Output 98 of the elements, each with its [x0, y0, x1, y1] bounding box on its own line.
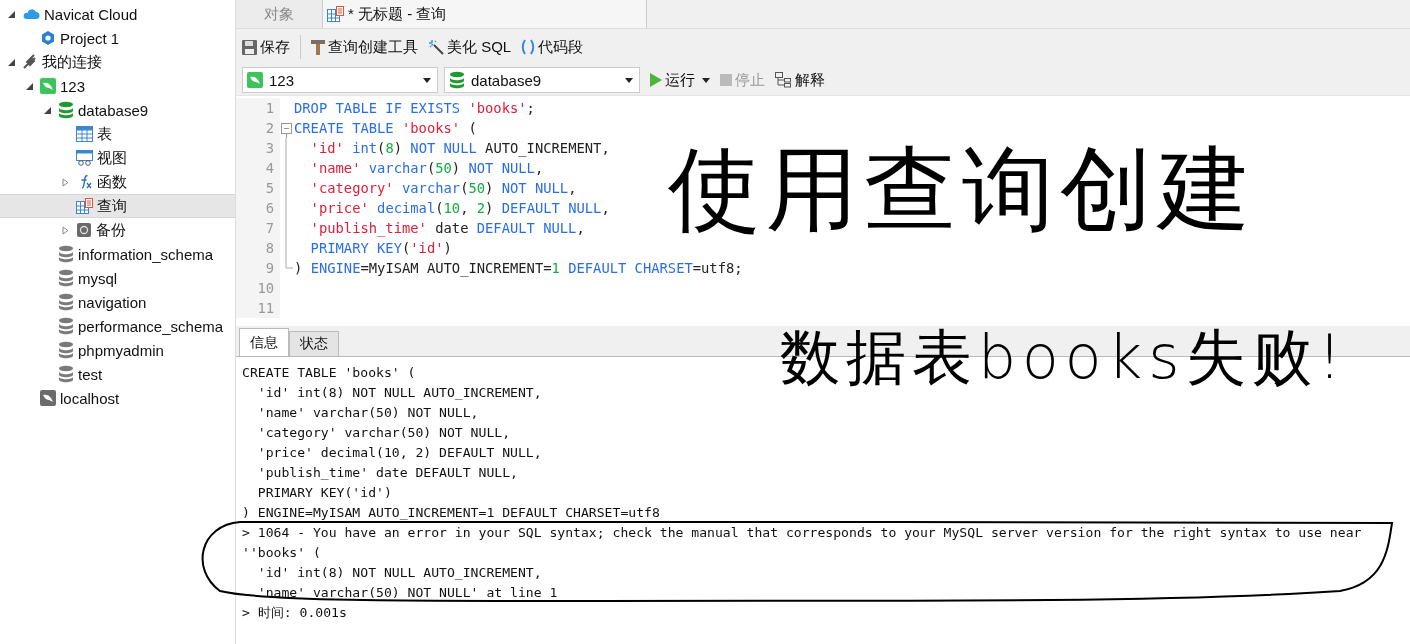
- database-icon: [58, 317, 74, 335]
- toolbar-button[interactable]: 代码段: [521, 37, 584, 57]
- dropdown-caret-icon: [702, 77, 710, 83]
- message-line: 'name' varchar(50) NOT NULL' at line 1: [256, 586, 558, 600]
- tree-item[interactable]: navigation: [0, 290, 235, 314]
- database-icon: [58, 293, 74, 311]
- tree-item[interactable]: 视图: [0, 146, 235, 170]
- message-line: 'category' varchar(50) NOT NULL,: [256, 426, 511, 440]
- tree-item[interactable]: 备份: [0, 218, 235, 242]
- line-number: 1: [236, 98, 280, 118]
- line-number: 4: [236, 158, 280, 178]
- line-number: 7: [236, 218, 280, 238]
- message-line: 'name' varchar(50) NOT NULL,: [256, 406, 479, 420]
- message-line: CREATE TABLE 'books' (: [242, 366, 416, 380]
- dropdown-caret-icon: [625, 77, 633, 83]
- tree-item[interactable]: 我的连接: [0, 50, 235, 74]
- line-number: 6: [236, 198, 280, 218]
- result-tab[interactable]: 信息: [239, 328, 289, 356]
- line-number: 8: [236, 238, 280, 258]
- dolphin-icon: [40, 78, 56, 94]
- message-line: ''books' (: [242, 546, 321, 560]
- message-line: 'id' int(8) NOT NULL AUTO_INCREMENT,: [256, 386, 542, 400]
- tree-item[interactable]: 123: [0, 74, 235, 98]
- tree-item[interactable]: Navicat Cloud: [0, 2, 235, 26]
- toolbar-button[interactable]: 美化 SQL: [428, 37, 512, 57]
- line-number: 9: [236, 258, 280, 278]
- line-number: 10: [236, 278, 280, 298]
- collapse-arrow-icon[interactable]: [6, 57, 16, 67]
- hammer-icon: [311, 39, 325, 55]
- code-line: 'publish_time' date DEFAULT NULL,: [309, 220, 585, 236]
- collapse-arrow-icon[interactable]: [6, 9, 16, 19]
- database-icon: [58, 245, 74, 263]
- play-icon: [650, 73, 662, 87]
- tree-item[interactable]: 表: [0, 122, 235, 146]
- message-line: 'id' int(8) NOT NULL AUTO_INCREMENT,: [256, 566, 542, 580]
- plug-icon: [22, 54, 38, 70]
- code-line: 'category' varchar(50) NOT NULL,: [309, 180, 577, 196]
- tree-item[interactable]: test: [0, 362, 235, 386]
- database-icon: [58, 341, 74, 359]
- tree-item[interactable]: 函数: [0, 170, 235, 194]
- toolbar-button[interactable]: 保存: [242, 37, 290, 57]
- code-line: DROP TABLE IF EXISTS 'books';: [294, 100, 535, 116]
- toolbar-button[interactable]: 查询创建工具: [311, 37, 418, 57]
- fold-end-icon: [285, 258, 293, 269]
- handwritten-note: 数据表books失败!: [780, 321, 1348, 394]
- database-icon: [449, 71, 465, 89]
- view-icon: [76, 150, 93, 166]
- cloud-icon: [22, 8, 40, 20]
- explain-icon: [775, 72, 792, 88]
- result-tab[interactable]: 状态: [289, 331, 339, 356]
- magic-wand-icon: [428, 39, 444, 55]
- expand-arrow-icon[interactable]: [60, 225, 70, 235]
- query-icon: [76, 198, 93, 214]
- database-icon: [58, 101, 74, 119]
- line-number: 2: [236, 118, 280, 138]
- tree-item[interactable]: database9: [0, 98, 235, 122]
- code-line: ) ENGINE=MyISAM AUTO_INCREMENT=1 DEFAULT CHARSET=utf8;: [294, 260, 743, 276]
- tree-item[interactable]: Project 1: [0, 26, 235, 50]
- hexagon-icon: [40, 30, 56, 46]
- message-line: ) ENGINE=MyISAM AUTO_INCREMENT=1 DEFAULT CHARSET=utf8: [242, 506, 660, 520]
- dolphin-icon: [40, 390, 56, 406]
- code-line: 'price' decimal(10, 2) DEFAULT NULL,: [309, 200, 610, 216]
- handwritten-note: 使用查询创建: [668, 135, 1256, 245]
- collapse-arrow-icon[interactable]: [24, 81, 34, 91]
- table-icon: [76, 126, 93, 142]
- parentheses-icon: [521, 39, 536, 55]
- message-line: PRIMARY KEY('id'): [256, 486, 392, 500]
- tree-item[interactable]: 查询: [0, 194, 235, 218]
- tree-item[interactable]: localhost: [0, 386, 235, 410]
- expand-arrow-icon[interactable]: [60, 177, 70, 187]
- database-icon: [58, 269, 74, 287]
- message-line: 'publish_time' date DEFAULT NULL,: [256, 466, 518, 480]
- tree-item[interactable]: performance_schema: [0, 314, 235, 338]
- message-line: 'price' decimal(10, 2) DEFAULT NULL,: [256, 446, 542, 460]
- message-line: > 1064 - You have an error in your SQL syntax; check the manual that corresponds to your MySQL server version for the right syntax to use near: [242, 526, 1362, 540]
- dropdown-caret-icon: [423, 77, 431, 83]
- line-number: 11: [236, 298, 280, 318]
- line-number: 3: [236, 138, 280, 158]
- editor-tab[interactable]: * 无标题 - 查询: [323, 0, 648, 28]
- tree-item[interactable]: information_schema: [0, 242, 235, 266]
- dolphin-icon: [247, 72, 263, 88]
- database-select[interactable]: database9: [444, 67, 640, 93]
- message-line: > 时间: 0.001s: [242, 606, 347, 620]
- tree-item[interactable]: phpmyadmin: [0, 338, 235, 362]
- run-bar-button[interactable]: 运行: [650, 70, 710, 90]
- tree-item[interactable]: mysql: [0, 266, 235, 290]
- code-line: 'id' int(8) NOT NULL AUTO_INCREMENT,: [309, 140, 610, 156]
- query-icon: [327, 6, 344, 22]
- code-line: CREATE TABLE 'books' (: [294, 120, 477, 136]
- line-number: 5: [236, 178, 280, 198]
- stop-icon: [720, 74, 732, 86]
- connection-select[interactable]: 123: [242, 67, 438, 93]
- collapse-arrow-icon[interactable]: [42, 105, 52, 115]
- run-bar-button[interactable]: 解释: [775, 70, 825, 90]
- database-icon: [58, 365, 74, 383]
- code-line: PRIMARY KEY('id'): [309, 240, 452, 256]
- backup-icon: [76, 222, 92, 238]
- code-line: 'name' varchar(50) NOT NULL,: [309, 160, 544, 176]
